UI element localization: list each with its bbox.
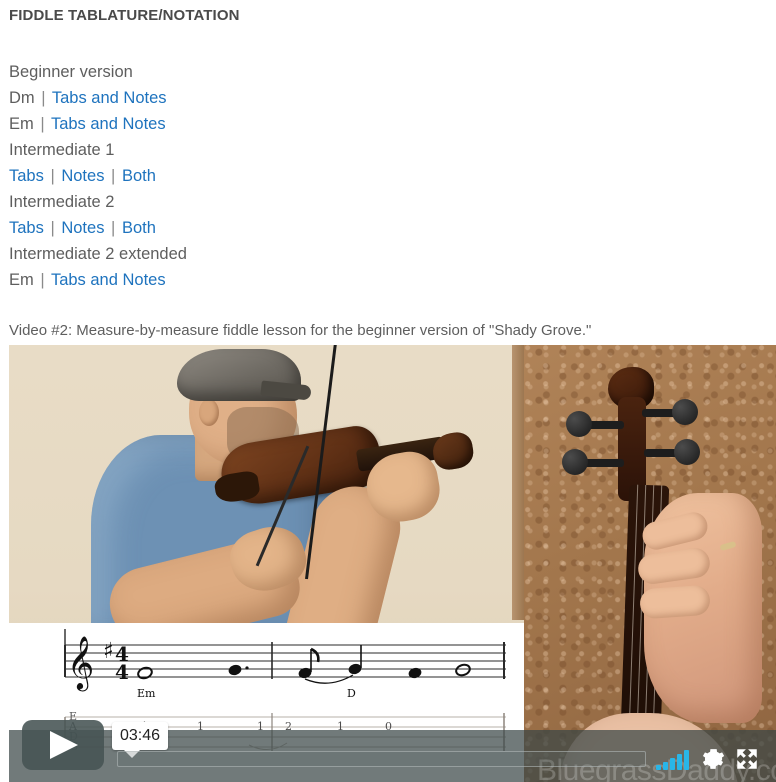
finger-3	[639, 584, 711, 620]
chord-symbol-d: D	[347, 687, 356, 700]
list-item: Tabs | Notes | Both	[9, 163, 749, 189]
svg-text:♯: ♯	[103, 639, 114, 664]
volume-bar-3	[670, 758, 675, 770]
fullscreen-icon	[737, 749, 757, 769]
link-notes-intermediate-1[interactable]: Notes	[61, 167, 104, 185]
tablature-link-list: Beginner version Dm | Tabs and Notes Em …	[9, 59, 749, 293]
svg-text:4: 4	[115, 660, 129, 684]
svg-text:𝄞: 𝄞	[67, 635, 94, 691]
tuning-peg-2	[672, 399, 698, 425]
line-label: Intermediate 2	[9, 193, 115, 211]
volume-bar-1	[656, 765, 661, 770]
video-controls-bar[interactable]: BluegrassDaddy.com 03:46	[9, 720, 776, 782]
list-item: Em | Tabs and Notes	[9, 267, 749, 293]
separator: |	[40, 115, 45, 133]
gear-icon	[702, 749, 725, 769]
fiddler-ear	[199, 399, 219, 426]
link-tabs-intermediate-2[interactable]: Tabs	[9, 219, 44, 237]
link-both-intermediate-1[interactable]: Both	[122, 167, 156, 185]
progress-bar[interactable]	[117, 751, 646, 767]
tuning-peg-1	[566, 411, 592, 437]
link-tabs-intermediate-1[interactable]: Tabs	[9, 167, 44, 185]
play-button[interactable]	[22, 720, 104, 770]
line-label: Dm	[9, 89, 35, 107]
line-label: Intermediate 1	[9, 141, 115, 159]
list-item: Intermediate 1	[9, 137, 749, 163]
video-pane-fretboard	[524, 345, 776, 782]
video-caption: Video #2: Measure-by-measure fiddle less…	[9, 322, 592, 339]
separator: |	[41, 89, 46, 107]
separator: |	[50, 167, 55, 185]
separator: |	[111, 167, 116, 185]
chord-symbol-em: Em	[137, 687, 156, 700]
separator: |	[50, 219, 55, 237]
link-both-intermediate-2[interactable]: Both	[122, 219, 156, 237]
line-label: Intermediate 2 extended	[9, 245, 187, 263]
line-label: Em	[9, 115, 34, 133]
list-item: Intermediate 2 extended	[9, 241, 749, 267]
line-label: Em	[9, 271, 34, 289]
link-tabs-and-notes-em[interactable]: Tabs and Notes	[51, 115, 166, 133]
link-tabs-and-notes-dm[interactable]: Tabs and Notes	[52, 89, 167, 107]
settings-button[interactable]	[700, 746, 726, 772]
volume-slider[interactable]	[656, 750, 698, 770]
current-time-tooltip: 03:46	[112, 722, 169, 758]
list-item: Em | Tabs and Notes	[9, 111, 749, 137]
link-tabs-and-notes-em-extended[interactable]: Tabs and Notes	[51, 271, 166, 289]
video-player[interactable]: 𝄞 ♯ 4 4 Em D E 1 1 2 1 0 BluegrassDaddy.…	[9, 345, 776, 782]
volume-bar-2	[663, 762, 668, 770]
video-pane-fiddler: 𝄞 ♯ 4 4 Em D E 1 1 2 1 0	[9, 345, 524, 782]
link-notes-intermediate-2[interactable]: Notes	[61, 219, 104, 237]
fullscreen-button[interactable]	[734, 746, 760, 772]
page-title: FIDDLE TABLATURE/NOTATION	[9, 7, 240, 24]
play-icon	[50, 731, 78, 759]
separator: |	[111, 219, 116, 237]
line-label: Beginner version	[9, 63, 133, 81]
list-item: Intermediate 2	[9, 189, 749, 215]
peg-stem	[588, 421, 624, 429]
tuning-peg-3	[562, 449, 588, 475]
volume-bar-4	[677, 754, 682, 770]
wall-edge	[512, 345, 524, 620]
tuning-peg-4	[674, 439, 700, 465]
list-item: Dm | Tabs and Notes	[9, 85, 749, 111]
volume-bar-5	[684, 750, 689, 770]
list-item: Beginner version	[9, 59, 749, 85]
list-item: Tabs | Notes | Both	[9, 215, 749, 241]
peg-stem	[584, 459, 624, 467]
separator: |	[40, 271, 45, 289]
